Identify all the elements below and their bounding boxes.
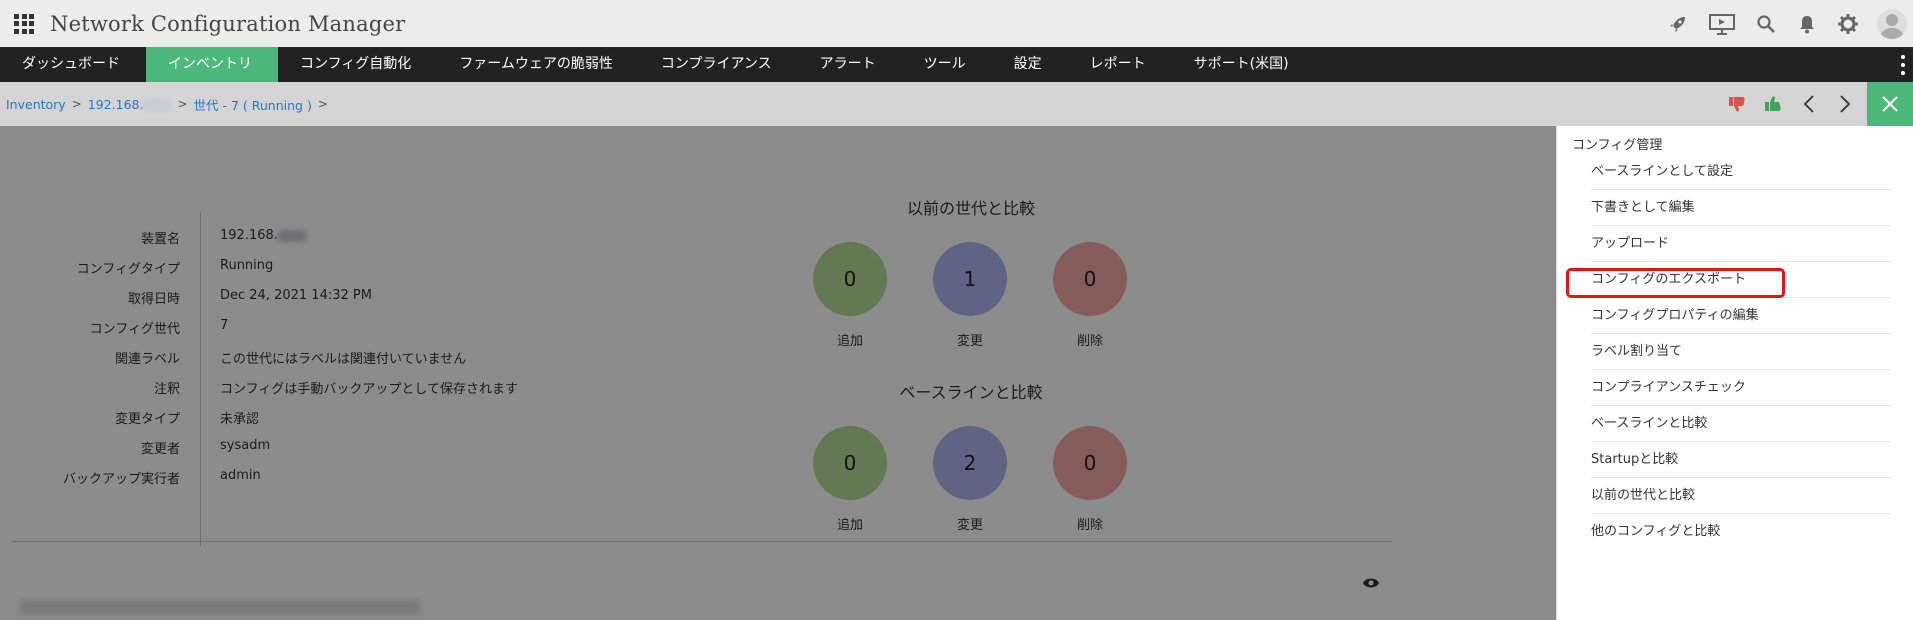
breadcrumb-actions xyxy=(1723,82,1913,126)
prev-deleted-count[interactable]: 0 xyxy=(1053,242,1127,316)
menu-compare-startup[interactable]: Startupと比較 xyxy=(1591,442,1891,478)
top-icons xyxy=(1666,0,1913,47)
baseline-added-count[interactable]: 0 xyxy=(813,426,887,500)
redacted-block xyxy=(277,229,306,242)
detail-label: 関連ラベル xyxy=(114,352,180,367)
nav-inventory[interactable]: インベントリ xyxy=(146,47,278,82)
panel-heading: コンフィグ管理 xyxy=(1572,138,1663,153)
baseline-changed-count[interactable]: 2 xyxy=(933,426,1007,500)
avatar[interactable] xyxy=(1877,8,1907,39)
baseline-deleted-count[interactable]: 0 xyxy=(1053,426,1127,500)
chevron-right-icon[interactable] xyxy=(1831,90,1859,118)
blurred-config-text xyxy=(20,600,420,614)
chevron-right-icon: > xyxy=(177,97,188,111)
breadcrumb-inventory[interactable]: Inventory xyxy=(6,97,66,112)
bell-icon[interactable] xyxy=(1795,12,1819,36)
prev-added-count[interactable]: 0 xyxy=(813,242,887,316)
nav-settings[interactable]: 設定 xyxy=(992,47,1068,82)
config-details xyxy=(0,126,1556,620)
detail-value: 7 xyxy=(220,318,229,333)
search-icon[interactable] xyxy=(1754,12,1778,36)
nav-tools[interactable]: ツール xyxy=(902,47,992,82)
chevron-right-icon: > xyxy=(317,97,328,111)
detail-value: Running xyxy=(220,258,274,273)
main-nav: ダッシュボード インベントリ コンフィグ自動化 ファームウェアの脆弱性 コンプラ… xyxy=(0,47,1913,82)
detail-value: 未承認 xyxy=(220,412,260,427)
eye-icon[interactable] xyxy=(1362,574,1380,593)
chevron-left-icon[interactable] xyxy=(1795,90,1823,118)
nav-support[interactable]: サポート(米国) xyxy=(1172,47,1315,82)
detail-value-text: 192.168. xyxy=(220,228,278,243)
detail-label: コンフィグ世代 xyxy=(89,322,180,337)
close-icon xyxy=(1882,96,1898,112)
detail-label: 取得日時 xyxy=(127,292,180,307)
more-vertical-icon[interactable] xyxy=(1901,55,1905,75)
prev-deleted-label: 削除 xyxy=(1076,334,1103,349)
menu-compare-other[interactable]: 他のコンフィグと比較 xyxy=(1591,514,1891,550)
close-button[interactable] xyxy=(1867,82,1913,126)
menu-compare-previous[interactable]: 以前の世代と比較 xyxy=(1591,478,1891,514)
thumbs-down-icon[interactable] xyxy=(1723,90,1751,118)
breadcrumb-device-label: 192.168. xyxy=(87,96,144,112)
detail-value: コンフィグは手動バックアップとして保存されます xyxy=(220,382,518,397)
thumbs-up-icon[interactable] xyxy=(1759,90,1787,118)
breadcrumb: Inventory > 192.168. > 世代 - 7 ( Running … xyxy=(0,82,1913,126)
top-bar: Network Configuration Manager xyxy=(0,0,1913,47)
detail-label: 変更タイプ xyxy=(114,412,180,427)
detail-value: sysadm xyxy=(220,438,271,453)
redacted-block xyxy=(143,99,172,111)
prev-added-label: 追加 xyxy=(836,334,863,349)
gear-icon[interactable] xyxy=(1836,12,1860,36)
menu-compliance-check[interactable]: コンプライアンスチェック xyxy=(1591,370,1891,406)
prev-changed-label: 変更 xyxy=(956,334,983,349)
nav-config-automation[interactable]: コンフィグ自動化 xyxy=(278,47,437,82)
breadcrumb-device[interactable]: 192.168. xyxy=(88,97,172,112)
presentation-icon[interactable] xyxy=(1707,12,1737,36)
baseline-added-label: 追加 xyxy=(836,518,863,533)
prev-changed-count[interactable]: 1 xyxy=(933,242,1007,316)
detail-value: この世代にはラベルは関連付いていません xyxy=(220,352,467,367)
detail-label: バックアップ実行者 xyxy=(62,472,180,487)
config-management-panel: コンフィグ管理 ベースラインとして設定 下書きとして編集 アップロード コンフィ… xyxy=(1556,126,1913,620)
detail-label: コンフィグタイプ xyxy=(76,262,180,277)
detail-value: Dec 24, 2021 14:32 PM xyxy=(220,288,372,303)
menu-set-baseline[interactable]: ベースラインとして設定 xyxy=(1591,154,1891,190)
compare-baseline-title: ベースラインと比較 xyxy=(899,383,1043,402)
nav-firmware-vulnerability[interactable]: ファームウェアの脆弱性 xyxy=(437,47,639,82)
highlight-export-config xyxy=(1566,268,1785,298)
detail-label: 変更者 xyxy=(140,442,180,457)
nav-alerts[interactable]: アラート xyxy=(798,47,902,82)
nav-dashboard[interactable]: ダッシュボード xyxy=(0,47,146,82)
app-grid-icon[interactable] xyxy=(14,13,34,34)
menu-edit-config-properties[interactable]: コンフィグプロパティの編集 xyxy=(1591,298,1891,334)
chevron-right-icon: > xyxy=(71,97,82,111)
rocket-icon[interactable] xyxy=(1666,12,1690,36)
nav-compliance[interactable]: コンプライアンス xyxy=(639,47,798,82)
detail-label: 注釈 xyxy=(153,382,180,397)
divider xyxy=(200,212,201,546)
compare-previous-title: 以前の世代と比較 xyxy=(906,199,1035,218)
app-title: Network Configuration Manager xyxy=(50,11,406,36)
baseline-deleted-label: 削除 xyxy=(1076,518,1103,533)
breadcrumb-generation[interactable]: 世代 - 7 ( Running ) xyxy=(194,95,312,114)
divider xyxy=(12,541,1392,542)
detail-value: 192.168. xyxy=(220,228,306,243)
baseline-changed-label: 変更 xyxy=(956,518,983,533)
detail-label: 装置名 xyxy=(140,232,180,247)
menu-edit-draft[interactable]: 下書きとして編集 xyxy=(1591,190,1891,226)
nav-reports[interactable]: レポート xyxy=(1068,47,1172,82)
menu-compare-baseline[interactable]: ベースラインと比較 xyxy=(1591,406,1891,442)
menu-upload[interactable]: アップロード xyxy=(1591,226,1891,262)
menu-assign-label[interactable]: ラベル割り当て xyxy=(1591,334,1891,370)
detail-value: admin xyxy=(220,468,261,483)
